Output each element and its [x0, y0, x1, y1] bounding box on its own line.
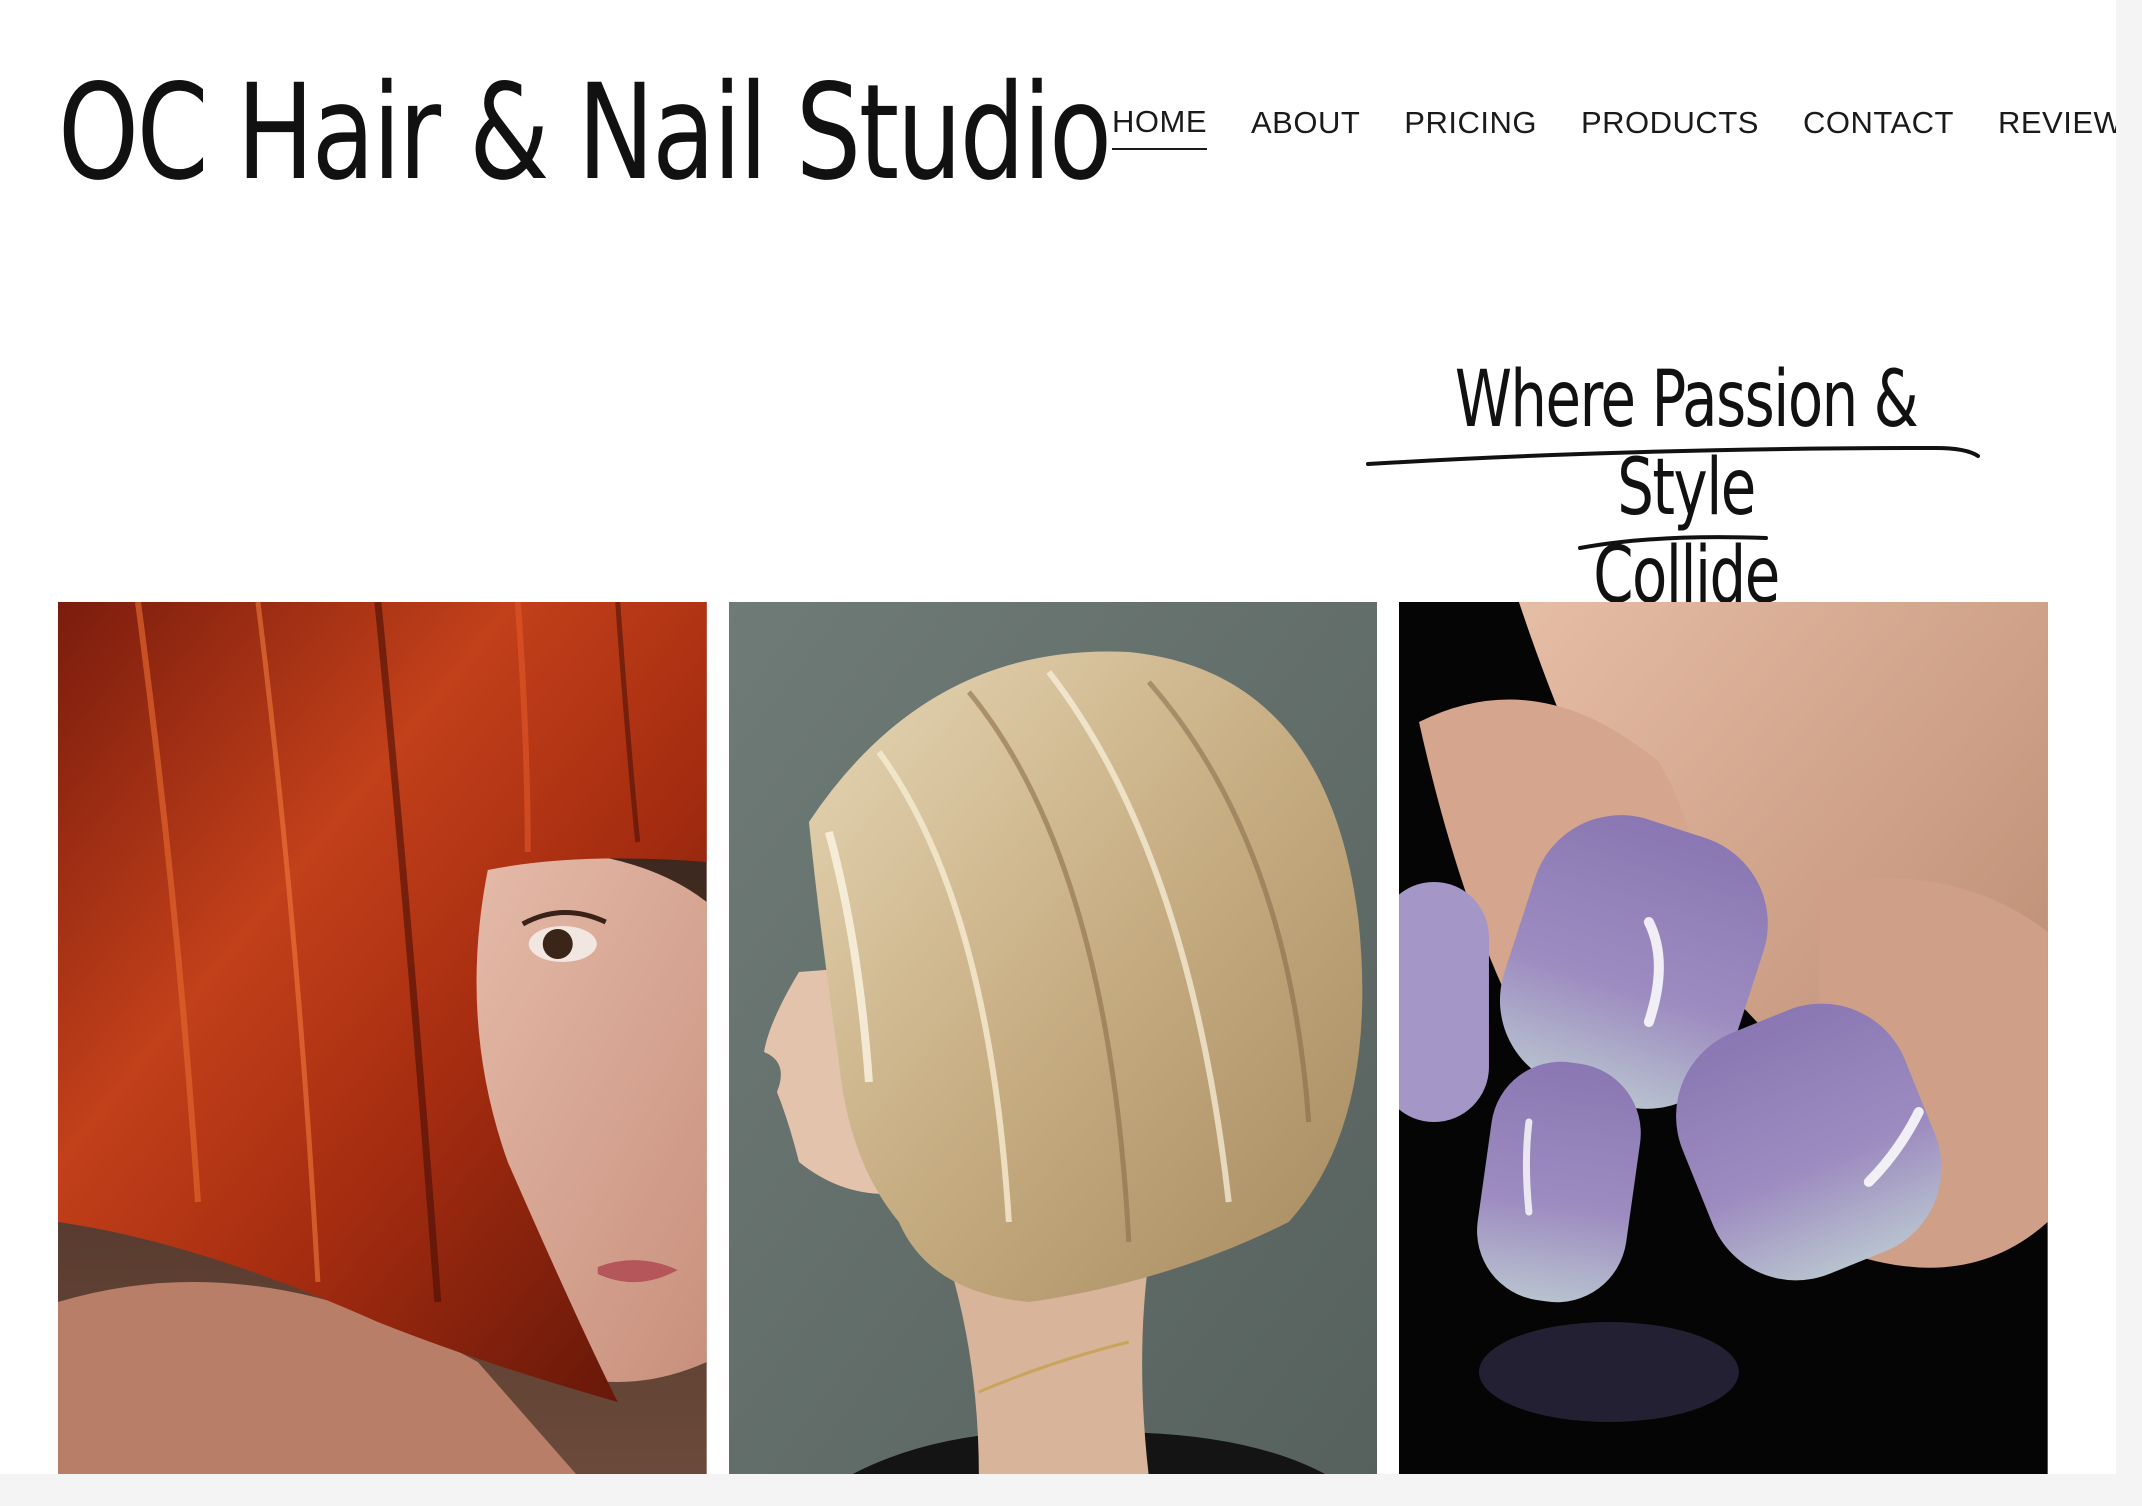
hero-tagline: Where Passion & Style Collide [1336, 356, 2036, 620]
site-title[interactable]: OC Hair & Nail Studio [58, 58, 1112, 208]
nav-pricing[interactable]: PRICING [1404, 105, 1537, 149]
main-nav: HOME ABOUT PRICING PRODUCTS CONTACT REVI… [1112, 104, 2142, 150]
red-bob-image [58, 602, 707, 1476]
photo-gallery [58, 602, 2049, 1476]
scrollbar-gutter[interactable] [2116, 0, 2142, 1506]
blonde-bob-haircut-photo[interactable] [728, 602, 1378, 1476]
blonde-bob-image [728, 602, 1378, 1476]
red-bob-haircut-photo[interactable] [58, 602, 707, 1476]
lavender-nails-image [1399, 602, 2049, 1476]
nav-products[interactable]: PRODUCTS [1581, 105, 1759, 149]
nav-contact[interactable]: CONTACT [1803, 105, 1954, 149]
lavender-nails-photo[interactable] [1399, 602, 2049, 1476]
nav-about[interactable]: ABOUT [1251, 105, 1360, 149]
brush-underline-decoration [1366, 445, 1980, 550]
nav-home[interactable]: HOME [1112, 104, 1207, 150]
page-bottom-edge [0, 1474, 2142, 1506]
page: OC Hair & Nail Studio HOME ABOUT PRICING… [0, 0, 2142, 1506]
